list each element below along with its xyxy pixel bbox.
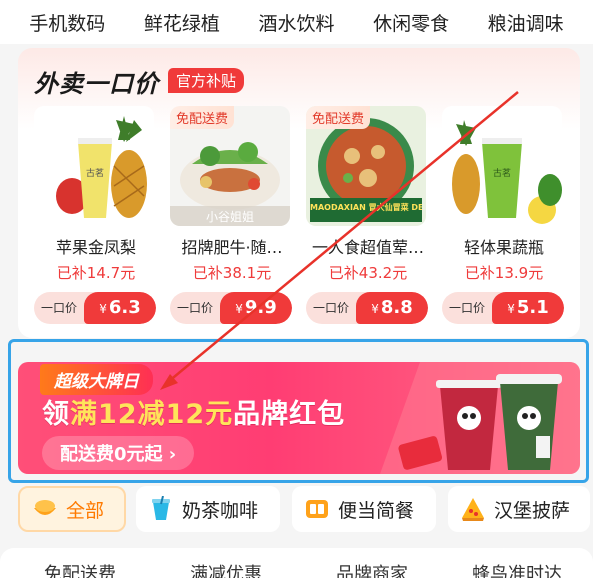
- product-subsidy: 已补43.2元: [328, 264, 408, 282]
- chip-label: 全部: [66, 499, 105, 522]
- banner-pill: 超级大牌日: [40, 364, 153, 395]
- svg-text:古茗: 古茗: [86, 167, 104, 179]
- category-chips: 全部 奶茶咖啡 便当简餐 汉堡披萨: [0, 486, 593, 536]
- pizza-icon: [460, 496, 486, 522]
- category-phone-digital[interactable]: 手机数码: [29, 9, 105, 36]
- free-delivery-button[interactable]: 配送费0元起 ›: [42, 436, 195, 470]
- category-drinks[interactable]: 酒水饮料: [258, 9, 334, 36]
- price-bar[interactable]: 一口价 ¥5.1: [442, 292, 564, 324]
- price-bar[interactable]: 一口价 ¥9.9: [170, 292, 292, 324]
- takeout-card: 外卖一口价 官方补贴 古茗 苹果金凤梨 已补14.7元 一口价 ¥ 6.3 免配…: [18, 48, 580, 338]
- product-subsidy: 已补38.1元: [192, 264, 272, 282]
- bowl-icon: [32, 496, 58, 522]
- chip-all[interactable]: 全部: [18, 486, 126, 532]
- product-subsidy: 已补14.7元: [56, 264, 136, 282]
- price-value: ¥8.8: [356, 292, 428, 324]
- store-label: 小谷姐姐: [205, 210, 254, 224]
- official-subsidy-badge: 官方补贴: [168, 68, 245, 93]
- product-card[interactable]: 免配送费 MAODAXIAN 冒大仙冒菜 DELICIOUS 一人食超值荤… 已…: [306, 106, 430, 331]
- banner-headline: 领满12减12元品牌红包: [42, 399, 346, 430]
- bottom-filter-tabs: 免配送费 满减优惠 品牌商家 蜂鸟准时达: [0, 548, 593, 578]
- price-value: ¥6.3: [84, 292, 156, 324]
- product-image: 免配送费 MAODAXIAN 冒大仙冒菜 DELICIOUS: [306, 106, 426, 226]
- store-label: MAODAXIAN 冒大仙冒菜 DELICIOUS: [310, 203, 422, 212]
- product-image: 古茗: [34, 106, 154, 226]
- svg-text:古茗: 古茗: [493, 167, 511, 179]
- product-image: 免配送费 小谷姐姐: [170, 106, 290, 226]
- brand-day-banner[interactable]: 超级大牌日 领满12减12元品牌红包 配送费0元起 ›: [18, 362, 580, 474]
- category-snacks[interactable]: 休闲零食: [373, 9, 449, 36]
- product-subsidy: 已补13.9元: [464, 264, 544, 282]
- chip-label: 奶茶咖啡: [182, 499, 259, 522]
- tab-free-delivery[interactable]: 免配送费: [44, 560, 116, 578]
- tab-brand-merchants[interactable]: 品牌商家: [336, 560, 408, 578]
- product-name: 招牌肥牛·随…: [181, 238, 283, 257]
- product-name: 苹果金凤梨: [55, 238, 136, 257]
- price-value: ¥5.1: [492, 292, 564, 324]
- category-grain-oil[interactable]: 粮油调味: [488, 9, 564, 36]
- chip-bento[interactable]: 便当简餐: [292, 486, 436, 532]
- top-category-bar: 手机数码 鲜花绿植 酒水饮料 休闲零食 粮油调味: [0, 0, 593, 44]
- price-value: ¥9.9: [220, 292, 292, 324]
- chip-label: 便当简餐: [338, 499, 415, 522]
- price-label: 一口价: [448, 301, 485, 315]
- product-card[interactable]: 免配送费 小谷姐姐 招牌肥牛·随… 已补38.1元 一口价 ¥9.9: [170, 106, 294, 331]
- chip-burger-pizza[interactable]: 汉堡披萨: [448, 486, 590, 532]
- price-label: 一口价: [40, 301, 77, 315]
- chip-label: 汉堡披萨: [494, 499, 571, 522]
- bento-icon: [304, 496, 330, 522]
- price-label: 一口价: [176, 301, 213, 315]
- product-name: 一人食超值荤…: [311, 238, 424, 257]
- tab-on-time[interactable]: 蜂鸟准时达: [472, 560, 562, 578]
- category-flowers[interactable]: 鲜花绿植: [144, 9, 220, 36]
- chip-milk-tea[interactable]: 奶茶咖啡: [136, 486, 280, 532]
- takeout-title: 外卖一口价: [34, 70, 159, 98]
- drink-cups-illustration: [380, 362, 580, 474]
- price-bar[interactable]: 一口价 ¥8.8: [306, 292, 428, 324]
- product-card[interactable]: 古茗 苹果金凤梨 已补14.7元 一口价 ¥6.3: [34, 106, 158, 331]
- product-card[interactable]: 古茗 轻体果蔬瓶 已补13.9元 一口价 ¥5.1: [442, 106, 566, 331]
- free-delivery-tag: 免配送费: [170, 106, 235, 129]
- drink-icon: [148, 495, 174, 522]
- product-image: 古茗: [442, 106, 562, 226]
- tab-discount[interactable]: 满减优惠: [190, 560, 262, 578]
- product-list: 古茗 苹果金凤梨 已补14.7元 一口价 ¥6.3 免配送费 小谷姐姐 招牌肥牛…: [34, 106, 564, 331]
- product-name: 轻体果蔬瓶: [463, 238, 544, 257]
- free-delivery-tag: 免配送费: [306, 106, 371, 129]
- price-label: 一口价: [312, 301, 349, 315]
- price-bar[interactable]: 一口价 ¥6.3: [34, 292, 156, 324]
